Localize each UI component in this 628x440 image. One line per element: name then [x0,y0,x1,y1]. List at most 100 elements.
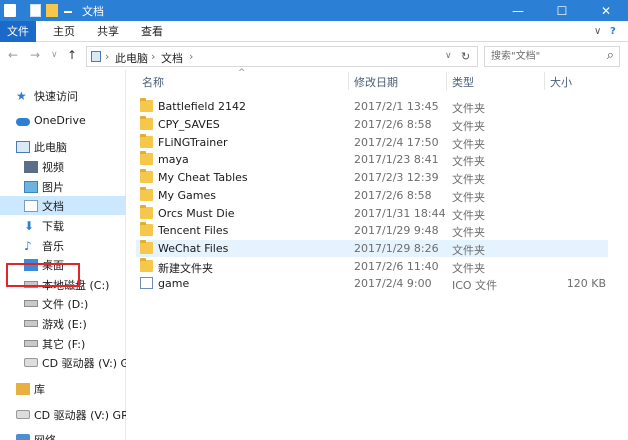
breadcrumb-documents[interactable]: 文档 [161,50,183,66]
table-row[interactable]: My Games 2017/2/6 8:58 文件夹 [136,187,608,204]
nav-item-quick-access[interactable]: ★ 快速访问 [0,86,126,105]
breadcrumb-this-pc[interactable]: 此电脑 [115,50,148,66]
column-divider[interactable] [446,72,447,90]
nav-item-downloads[interactable]: ⬇ 下载 [0,216,126,235]
nav-item-documents[interactable]: 文档 [0,196,126,215]
column-header-date[interactable]: 修改日期 [354,74,398,90]
recent-locations-button[interactable]: ∨ [51,50,58,60]
minimize-button[interactable]: — [496,0,540,21]
new-folder-icon[interactable] [46,4,58,17]
column-divider[interactable] [348,72,349,90]
file-type: 文件夹 [452,244,485,257]
file-name: WeChat Files [158,242,229,255]
file-date: 2017/2/6 8:58 [354,118,432,131]
breadcrumb-separator-icon[interactable]: › [105,50,109,63]
forward-button[interactable]: → [30,48,40,62]
app-icon[interactable] [4,4,16,17]
nav-item-this-pc[interactable]: 此电脑 [0,137,126,156]
folder-icon [140,222,153,236]
column-header-name[interactable]: 名称 [142,74,164,90]
tab-file[interactable]: 文件 [0,21,36,42]
nav-item-label: 快速访问 [34,89,78,103]
search-box[interactable]: ⌕ [484,46,620,67]
search-input[interactable] [491,49,601,64]
address-dropdown-icon[interactable]: ∨ [445,51,452,61]
tab-view[interactable]: 查看 [134,21,170,42]
file-type: 文件夹 [452,155,485,168]
nav-item-label: 其它 (F:) [42,337,86,351]
column-header-type[interactable]: 类型 [452,74,474,90]
table-row[interactable]: Orcs Must Die 2017/1/31 18:44 文件夹 [136,205,608,222]
tab-share[interactable]: 共享 [90,21,126,42]
nav-item-pictures[interactable]: 图片 [0,177,126,196]
file-date: 2017/2/4 9:00 [354,277,432,290]
table-row[interactable]: WeChat Files 2017/1/29 8:26 文件夹 [136,240,608,257]
file-date: 2017/2/1 13:45 [354,100,439,113]
table-row[interactable]: 新建文件夹 2017/2/6 11:40 文件夹 [136,258,608,275]
table-row[interactable]: Battlefield 2142 2017/2/1 13:45 文件夹 [136,98,608,115]
column-divider[interactable] [544,72,545,90]
window-title: 文档 [82,5,104,18]
cd-drive-icon [16,410,30,419]
documents-location-icon [91,51,101,62]
help-icon[interactable]: ? [610,21,616,42]
file-name: 新建文件夹 [158,262,213,275]
nav-item-label: 下载 [42,219,64,233]
maximize-button[interactable]: ☐ [540,0,584,21]
table-row[interactable]: My Cheat Tables 2017/2/3 12:39 文件夹 [136,169,608,186]
search-icon[interactable]: ⌕ [607,48,614,63]
table-row[interactable]: maya 2017/1/23 8:41 文件夹 [136,151,608,168]
ribbon-collapse-icon[interactable]: ∨ [594,21,601,42]
table-row[interactable]: Tencent Files 2017/1/29 9:48 文件夹 [136,222,608,239]
folder-icon [140,98,153,112]
network-icon [16,433,30,440]
ribbon-tabs: 文件 主页 共享 查看 ∨ ? [0,21,628,42]
address-bar[interactable]: › 此电脑 › 文档 › ∨ ↻ [86,46,478,67]
nav-item-label: 此电脑 [34,140,67,154]
nav-item-label: CD 驱动器 (V:) GRTM [34,408,126,422]
properties-icon[interactable] [30,4,41,17]
nav-item-drive-e[interactable]: 游戏 (E:) [0,314,126,333]
nav-item-label: 游戏 (E:) [42,317,87,331]
file-name: maya [158,153,189,166]
nav-item-cd-drive[interactable]: CD 驱动器 (V:) GRTM [0,353,126,372]
folder-icon [140,169,153,183]
file-list: 名称 ^ 修改日期 类型 大小 Battlefield 2142 2017/2/… [126,68,628,440]
file-date: 2017/2/6 11:40 [354,260,439,273]
cloud-icon [16,117,30,126]
refresh-icon[interactable]: ↻ [461,50,470,63]
star-icon: ★ [16,88,27,103]
column-header-size[interactable]: 大小 [550,74,572,90]
nav-item-onedrive[interactable]: OneDrive [0,111,126,130]
nav-item-network[interactable]: 网络 [0,430,126,440]
table-row[interactable]: FLiNGTrainer 2017/2/4 17:50 文件夹 [136,134,608,151]
file-type: 文件夹 [452,209,485,222]
tab-home[interactable]: 主页 [46,21,82,42]
nav-item-label: 音乐 [42,239,64,253]
file-size: 120 KB [566,277,606,290]
folder-icon [140,205,153,219]
nav-item-videos[interactable]: 视频 [0,157,126,176]
file-name: Tencent Files [158,224,229,237]
close-button[interactable]: ✕ [584,0,628,21]
table-row[interactable]: CPY_SAVES 2017/2/6 8:58 文件夹 [136,116,608,133]
nav-item-libraries[interactable]: 库 [0,379,126,398]
quick-access-dropdown-icon[interactable] [64,7,72,13]
file-name: FLiNGTrainer [158,136,228,149]
nav-item-label: 视频 [42,160,64,174]
nav-item-cd-drive-root[interactable]: CD 驱动器 (V:) GRTM [0,405,126,424]
drive-icon [24,300,38,307]
nav-item-drive-f[interactable]: 其它 (F:) [0,334,126,353]
breadcrumb-separator-icon[interactable]: › [151,50,155,63]
nav-item-label: CD 驱动器 (V:) GRTM [42,356,126,370]
nav-item-drive-d[interactable]: 文件 (D:) [0,294,126,313]
back-button[interactable]: ← [8,48,18,62]
nav-item-label: 库 [34,382,45,396]
up-button[interactable]: ↑ [67,48,77,62]
folder-icon [140,134,153,148]
download-icon: ⬇ [24,218,35,233]
file-type: 文件夹 [452,102,485,115]
table-row[interactable]: game 2017/2/4 9:00 ICO 文件 120 KB [136,275,608,292]
breadcrumb-separator-icon[interactable]: › [189,50,193,63]
nav-item-music[interactable]: ♪ 音乐 [0,236,126,255]
